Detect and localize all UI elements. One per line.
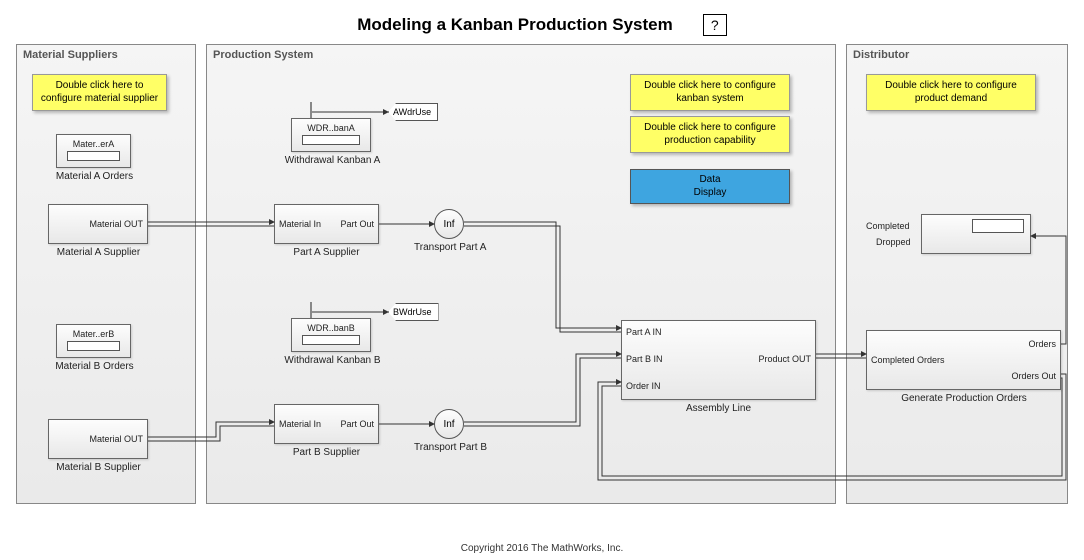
- port-part-a-in: Material In: [279, 219, 321, 229]
- label-mat-a-orders-inner: Mater..erA: [57, 139, 130, 149]
- port-display-completed: Completed: [866, 221, 910, 231]
- caption-transport-part-b: Transport Part B: [414, 442, 486, 453]
- antenna-icon: [310, 102, 312, 118]
- caption-material-a-orders: Material A Orders: [52, 171, 137, 182]
- port-part-b-out: Part Out: [340, 419, 374, 429]
- note-data-display[interactable]: Data Display: [630, 169, 790, 204]
- note-configure-demand[interactable]: Double click here to configure product d…: [866, 74, 1036, 111]
- caption-withdrawal-kanban-b: Withdrawal Kanban B: [280, 355, 385, 366]
- block-display[interactable]: Completed Dropped: [921, 214, 1031, 254]
- caption-generate-production-orders: Generate Production Orders: [884, 393, 1044, 404]
- region-label-suppliers: Material Suppliers: [23, 49, 118, 61]
- label-wdr-a-inner: WDR..banA: [292, 123, 370, 133]
- block-generate-production-orders[interactable]: Completed Orders Orders Orders Out: [866, 330, 1061, 390]
- port-assembly-order-in: Order IN: [626, 381, 661, 391]
- port-material-b-out: Material OUT: [89, 434, 143, 444]
- help-button[interactable]: ?: [703, 14, 727, 36]
- caption-part-a-supplier: Part A Supplier: [279, 247, 374, 258]
- port-genorders-completed: Completed Orders: [871, 355, 945, 365]
- port-part-a-out: Part Out: [340, 219, 374, 229]
- label-mat-b-orders-inner: Mater..erB: [57, 329, 130, 339]
- note-configure-production[interactable]: Double click here to configure productio…: [630, 116, 790, 153]
- page-title: Modeling a Kanban Production System: [357, 15, 672, 35]
- port-genorders-orders: Orders: [1028, 339, 1056, 349]
- block-material-a-orders[interactable]: Mater..erA: [56, 134, 131, 168]
- block-assembly-line[interactable]: Part A IN Part B IN Order IN Product OUT: [621, 320, 816, 400]
- diagram-canvas: Material Suppliers Production System Dis…: [16, 44, 1068, 514]
- antenna-icon: [310, 302, 312, 318]
- caption-withdrawal-kanban-a: Withdrawal Kanban A: [280, 155, 385, 166]
- goto-tag-bwdruse[interactable]: BWdrUse: [388, 303, 439, 321]
- region-label-production: Production System: [213, 49, 313, 61]
- block-part-a-supplier[interactable]: Material In Part Out: [274, 204, 379, 244]
- port-genorders-orders-out: Orders Out: [1011, 371, 1056, 381]
- goto-tag-awdruse[interactable]: AWdrUse: [388, 103, 438, 121]
- caption-material-b-supplier: Material B Supplier: [46, 462, 151, 473]
- block-material-b-supplier[interactable]: Material OUT: [48, 419, 148, 459]
- caption-material-a-supplier: Material A Supplier: [46, 247, 151, 258]
- region-distributor: Distributor: [846, 44, 1068, 504]
- port-material-a-out: Material OUT: [89, 219, 143, 229]
- note-configure-kanban[interactable]: Double click here to configure kanban sy…: [630, 74, 790, 111]
- block-transport-part-b[interactable]: Inf: [434, 409, 464, 439]
- queue-bar-icon: [302, 135, 360, 145]
- port-display-dropped: Dropped: [876, 237, 911, 247]
- queue-bar-icon: [67, 341, 120, 351]
- caption-assembly-line: Assembly Line: [676, 403, 761, 414]
- footer-copyright: Copyright 2016 The MathWorks, Inc.: [0, 543, 1084, 554]
- port-assembly-part-a: Part A IN: [626, 327, 662, 337]
- port-assembly-part-b: Part B IN: [626, 354, 663, 364]
- port-part-b-in: Material In: [279, 419, 321, 429]
- queue-bar-icon: [67, 151, 120, 161]
- label-wdr-b-inner: WDR..banB: [292, 323, 370, 333]
- block-withdrawal-kanban-b[interactable]: WDR..banB: [291, 318, 371, 352]
- block-material-b-orders[interactable]: Mater..erB: [56, 324, 131, 358]
- port-assembly-product-out: Product OUT: [758, 354, 811, 364]
- note-configure-suppliers[interactable]: Double click here to configure material …: [32, 74, 167, 111]
- caption-transport-part-a: Transport Part A: [414, 242, 486, 253]
- block-withdrawal-kanban-a[interactable]: WDR..banA: [291, 118, 371, 152]
- block-part-b-supplier[interactable]: Material In Part Out: [274, 404, 379, 444]
- block-transport-part-a[interactable]: Inf: [434, 209, 464, 239]
- caption-material-b-orders: Material B Orders: [52, 361, 137, 372]
- caption-part-b-supplier: Part B Supplier: [279, 447, 374, 458]
- region-label-distributor: Distributor: [853, 49, 909, 61]
- display-readout-icon: [972, 219, 1024, 233]
- queue-bar-icon: [302, 335, 360, 345]
- block-material-a-supplier[interactable]: Material OUT: [48, 204, 148, 244]
